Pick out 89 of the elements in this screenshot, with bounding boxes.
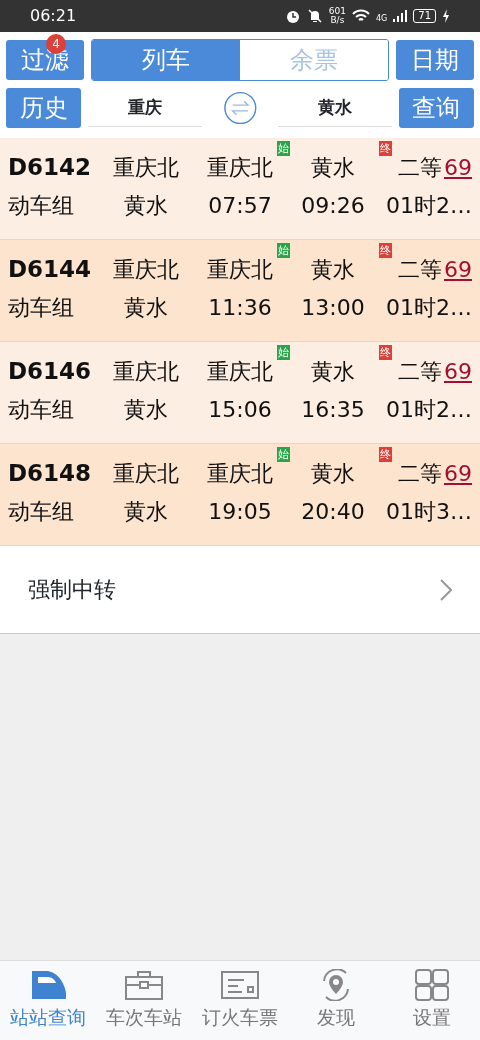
nav-tab[interactable]: 设置 — [384, 961, 480, 1040]
history-button[interactable]: 历史 — [6, 88, 82, 128]
train-type: 动车组 — [8, 395, 75, 424]
station-text: 重庆北 — [207, 256, 273, 282]
alarm-icon — [284, 8, 301, 24]
train-number: D6148 — [8, 458, 93, 488]
from-station-field[interactable]: 重庆 — [88, 88, 202, 128]
start-tag: 始 — [277, 140, 290, 156]
grid-icon — [412, 969, 452, 1001]
depart-time: 19:05 — [207, 497, 273, 526]
train-row[interactable]: D6148 重庆北 重庆北 始 黄水 终 二等69 动车组 黄水 19:05 20:40 01时3… — [0, 444, 480, 546]
start-tag: 始 — [277, 344, 290, 360]
station-text: 重庆北 — [207, 154, 273, 180]
swap-icon[interactable] — [222, 90, 258, 126]
duration-text: 01时3… — [385, 497, 472, 526]
start-tag: 始 — [277, 242, 290, 258]
station-text: 黄水 — [123, 191, 169, 220]
train-type: 动车组 — [8, 293, 75, 322]
signal-icon — [393, 10, 408, 22]
date-button[interactable]: 日期 — [396, 40, 474, 80]
train-row[interactable]: D6146 重庆北 重庆北 始 黄水 终 二等69 动车组 黄水 15:06 16:35 01时2… — [0, 342, 480, 444]
wifi-icon — [351, 9, 370, 23]
tab[interactable]: 列车 — [92, 40, 240, 80]
arrive-time: 13:00 — [300, 293, 366, 322]
train-type: 动车组 — [8, 191, 75, 220]
depart-time: 15:06 — [207, 395, 273, 424]
train-row[interactable]: D6142 重庆北 重庆北 始 黄水 终 二等69 动车组 黄水 07:57 09:26 01时2… — [0, 138, 480, 240]
nav-tab[interactable]: 站站查询 — [0, 961, 96, 1040]
end-tag: 终 — [379, 446, 392, 462]
arrive-time: 16:35 — [300, 395, 366, 424]
seat-count-link[interactable]: 69 — [444, 256, 472, 282]
end-tag: 终 — [379, 242, 392, 258]
station-text: 黄水 — [123, 497, 169, 526]
battery-level: 71 — [413, 9, 436, 23]
station-text: 重庆北 — [112, 255, 180, 284]
seat-count-link[interactable]: 69 — [444, 460, 472, 486]
network-speed: 601 — [328, 7, 346, 16]
seat-class: 二等 — [398, 460, 442, 486]
chevron-icon — [440, 578, 452, 601]
nav-label: 发现 — [317, 1005, 355, 1030]
seat-class: 二等 — [398, 358, 442, 384]
duration-text: 01时2… — [385, 395, 472, 424]
nav-tab[interactable]: 车次车站 — [96, 961, 192, 1040]
muted-bell-icon — [306, 8, 323, 24]
transfer-label: 强制中转 — [28, 576, 116, 604]
to-station-field[interactable]: 黄水 — [278, 88, 392, 128]
end-tag: 终 — [379, 140, 392, 156]
station-text: 黄水 — [123, 395, 169, 424]
start-tag: 始 — [277, 446, 290, 462]
query-button[interactable]: 查询 — [398, 88, 474, 128]
nav-label: 设置 — [413, 1005, 451, 1030]
train-row[interactable]: D6144 重庆北 重庆北 始 黄水 终 二等69 动车组 黄水 11:36 13:00 01时2… — [0, 240, 480, 342]
charging-icon — [442, 9, 450, 23]
train-type: 动车组 — [8, 497, 75, 526]
seat-count-link[interactable]: 69 — [444, 358, 472, 384]
nav-label: 车次车站 — [106, 1005, 182, 1030]
station-text: 重庆北 — [112, 153, 180, 182]
briefcase-icon — [124, 969, 164, 1001]
speed-unit: B/s — [329, 16, 346, 25]
station-text: 黄水 — [311, 154, 355, 180]
nav-tab[interactable]: 订火车票 — [192, 961, 288, 1040]
station-text: 重庆北 — [207, 358, 273, 384]
duration-text: 01时2… — [385, 191, 472, 220]
nav-label: 订火车票 — [202, 1005, 278, 1030]
transfer-row[interactable]: 强制中转 — [0, 546, 480, 634]
station-text: 重庆北 — [207, 460, 273, 486]
depart-time: 07:57 — [207, 191, 273, 220]
station-text: 黄水 — [311, 256, 355, 282]
seat-class: 二等 — [398, 256, 442, 282]
seat-class: 二等 — [398, 154, 442, 180]
station-text: 黄水 — [311, 460, 355, 486]
seat-count-link[interactable]: 69 — [444, 154, 472, 180]
station-text: 黄水 — [123, 293, 169, 322]
depart-time: 11:36 — [207, 293, 273, 322]
status-time: 06:21 — [30, 5, 77, 27]
ticket-icon — [220, 969, 260, 1001]
nav-label: 站站查询 — [10, 1005, 86, 1030]
station-text: 黄水 — [311, 358, 355, 384]
train-number: D6144 — [8, 254, 93, 284]
train-number: D6146 — [8, 356, 93, 386]
nav-tab[interactable]: 发现 — [288, 961, 384, 1040]
network-type: 4G — [375, 13, 388, 25]
train-number: D6142 — [8, 152, 93, 182]
arrive-time: 20:40 — [300, 497, 366, 526]
station-text: 重庆北 — [112, 459, 180, 488]
arrive-time: 09:26 — [300, 191, 366, 220]
duration-text: 01时2… — [385, 293, 472, 322]
station-text: 重庆北 — [112, 357, 180, 386]
end-tag: 终 — [379, 344, 392, 360]
